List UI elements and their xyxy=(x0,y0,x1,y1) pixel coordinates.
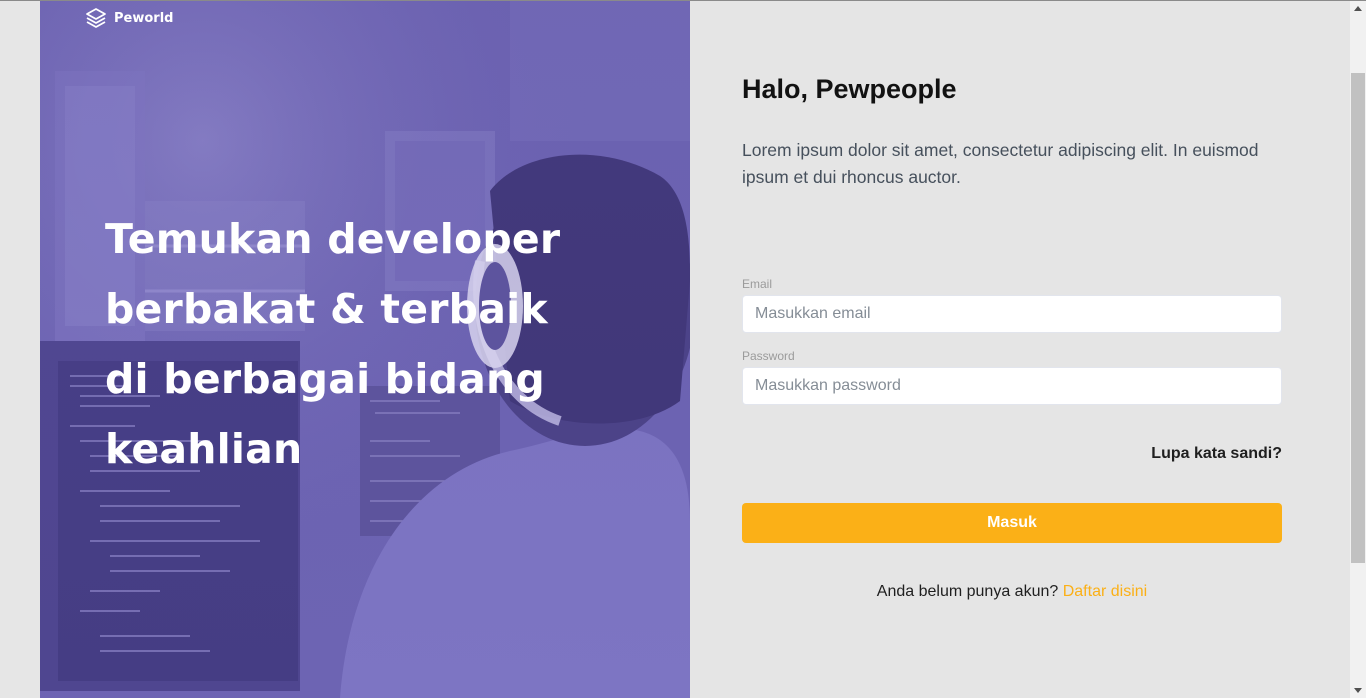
scrollbar-thumb[interactable] xyxy=(1351,73,1365,563)
page-title: Halo, Pewpeople xyxy=(742,74,957,104)
layers-icon xyxy=(84,6,108,30)
register-prompt: Anda belum punya akun? Daftar disini xyxy=(742,583,1282,601)
intro-text: Lorem ipsum dolor sit amet, consectetur … xyxy=(742,140,1259,187)
brand-name: Peworld xyxy=(114,10,174,26)
brand-logo[interactable]: Peworld xyxy=(84,6,173,30)
hero-headline: Temukan developer berbakat & terbaik di … xyxy=(105,215,561,473)
email-label: Email xyxy=(742,277,773,291)
chevron-down-icon xyxy=(1354,688,1362,693)
email-field[interactable] xyxy=(742,295,1282,333)
hero-panel: Peworld Temukan developer berbakat & ter… xyxy=(40,1,690,698)
forgot-password-link[interactable]: Lupa kata sandi? xyxy=(1151,445,1282,463)
register-prompt-text: Anda belum punya akun? xyxy=(876,583,1059,600)
password-label: Password xyxy=(742,349,795,363)
page-gutter xyxy=(0,1,40,698)
scroll-up-button[interactable] xyxy=(1350,1,1366,17)
register-link[interactable]: Daftar disini xyxy=(1063,583,1147,600)
vertical-scrollbar[interactable] xyxy=(1350,1,1366,698)
scroll-down-button[interactable] xyxy=(1350,682,1366,698)
login-panel: Halo, Pewpeople Lorem ipsum dolor sit am… xyxy=(690,1,1350,698)
chevron-up-icon xyxy=(1354,6,1362,11)
login-button[interactable]: Masuk xyxy=(742,503,1282,543)
password-field[interactable] xyxy=(742,367,1282,405)
